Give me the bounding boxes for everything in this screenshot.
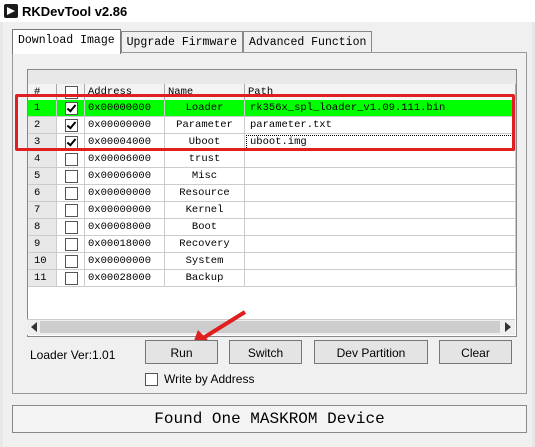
window-frame-left — [0, 22, 3, 447]
window-title: RKDevTool v2.86 — [22, 3, 128, 19]
row-checkbox[interactable] — [65, 187, 78, 200]
table-row[interactable]: 10 0x00000000 System — [28, 253, 516, 270]
row-number: 11 — [28, 270, 57, 287]
row-number: 10 — [28, 253, 57, 270]
annotation-highlight-box — [15, 94, 515, 151]
row-address[interactable]: 0x00018000 — [85, 236, 165, 253]
tab-advanced-function[interactable]: Advanced Function — [243, 31, 373, 54]
row-checkbox[interactable] — [65, 204, 78, 217]
scrollbar-thumb[interactable] — [40, 321, 500, 333]
scroll-left-arrow-icon[interactable] — [31, 322, 37, 332]
table-row[interactable]: 5 0x00006000 Misc — [28, 168, 516, 185]
tab-upgrade-firmware[interactable]: Upgrade Firmware — [120, 31, 244, 54]
tab-download-image[interactable]: Download Image — [12, 29, 121, 54]
row-checkbox-cell[interactable] — [57, 168, 85, 185]
dev-partition-button[interactable]: Dev Partition — [314, 340, 428, 364]
row-path[interactable] — [245, 202, 516, 219]
status-bar: Found One MASKROM Device — [12, 405, 527, 433]
row-checkbox[interactable] — [65, 153, 78, 166]
row-address[interactable]: 0x00008000 — [85, 219, 165, 236]
row-number: 6 — [28, 185, 57, 202]
row-address[interactable]: 0x00006000 — [85, 168, 165, 185]
horizontal-scrollbar[interactable] — [27, 319, 515, 335]
tab-strip: Download Image Upgrade Firmware Advanced… — [12, 29, 373, 54]
row-checkbox-cell[interactable] — [57, 253, 85, 270]
row-name[interactable]: trust — [165, 151, 245, 168]
loader-version-label: Loader Ver:1.01 — [30, 348, 116, 362]
switch-button[interactable]: Switch — [229, 340, 302, 364]
clear-button[interactable]: Clear — [439, 340, 512, 364]
row-checkbox-cell[interactable] — [57, 185, 85, 202]
row-number: 8 — [28, 219, 57, 236]
table-row[interactable]: 7 0x00000000 Kernel — [28, 202, 516, 219]
row-path[interactable] — [245, 168, 516, 185]
table-top-strip — [28, 70, 516, 85]
table-row[interactable]: 6 0x00000000 Resource — [28, 185, 516, 202]
row-number: 5 — [28, 168, 57, 185]
row-address[interactable]: 0x00000000 — [85, 185, 165, 202]
row-checkbox-cell[interactable] — [57, 270, 85, 287]
write-by-address-label: Write by Address — [164, 372, 255, 386]
row-path[interactable] — [245, 253, 516, 270]
row-path[interactable] — [245, 219, 516, 236]
row-name[interactable]: Misc — [165, 168, 245, 185]
row-name[interactable]: Backup — [165, 270, 245, 287]
row-checkbox-cell[interactable] — [57, 151, 85, 168]
row-checkbox-cell[interactable] — [57, 219, 85, 236]
row-checkbox-cell[interactable] — [57, 202, 85, 219]
scroll-right-arrow-icon[interactable] — [505, 322, 511, 332]
row-name[interactable]: Boot — [165, 219, 245, 236]
row-number: 9 — [28, 236, 57, 253]
row-name[interactable]: Recovery — [165, 236, 245, 253]
table-row[interactable]: 11 0x00028000 Backup — [28, 270, 516, 287]
row-path[interactable] — [245, 151, 516, 168]
row-number: 4 — [28, 151, 57, 168]
app-icon — [4, 4, 18, 18]
row-path[interactable] — [245, 185, 516, 202]
row-address[interactable]: 0x00000000 — [85, 253, 165, 270]
write-by-address-option[interactable]: Write by Address — [145, 372, 254, 386]
row-checkbox[interactable] — [65, 238, 78, 251]
row-name[interactable]: System — [165, 253, 245, 270]
row-address[interactable]: 0x00000000 — [85, 202, 165, 219]
row-number: 7 — [28, 202, 57, 219]
write-by-address-checkbox[interactable] — [145, 372, 158, 386]
run-button[interactable]: Run — [145, 340, 218, 364]
row-checkbox[interactable] — [65, 170, 78, 183]
row-path[interactable] — [245, 236, 516, 253]
row-address[interactable]: 0x00028000 — [85, 270, 165, 287]
table-row[interactable]: 8 0x00008000 Boot — [28, 219, 516, 236]
row-name[interactable]: Resource — [165, 185, 245, 202]
table-row[interactable]: 9 0x00018000 Recovery — [28, 236, 516, 253]
row-path[interactable] — [245, 270, 516, 287]
row-checkbox[interactable] — [65, 221, 78, 234]
row-address[interactable]: 0x00006000 — [85, 151, 165, 168]
row-name[interactable]: Kernel — [165, 202, 245, 219]
row-checkbox-cell[interactable] — [57, 236, 85, 253]
table-row[interactable]: 4 0x00006000 trust — [28, 151, 516, 168]
row-checkbox[interactable] — [65, 255, 78, 268]
row-checkbox[interactable] — [65, 272, 78, 285]
title-bar: RKDevTool v2.86 — [0, 0, 535, 22]
